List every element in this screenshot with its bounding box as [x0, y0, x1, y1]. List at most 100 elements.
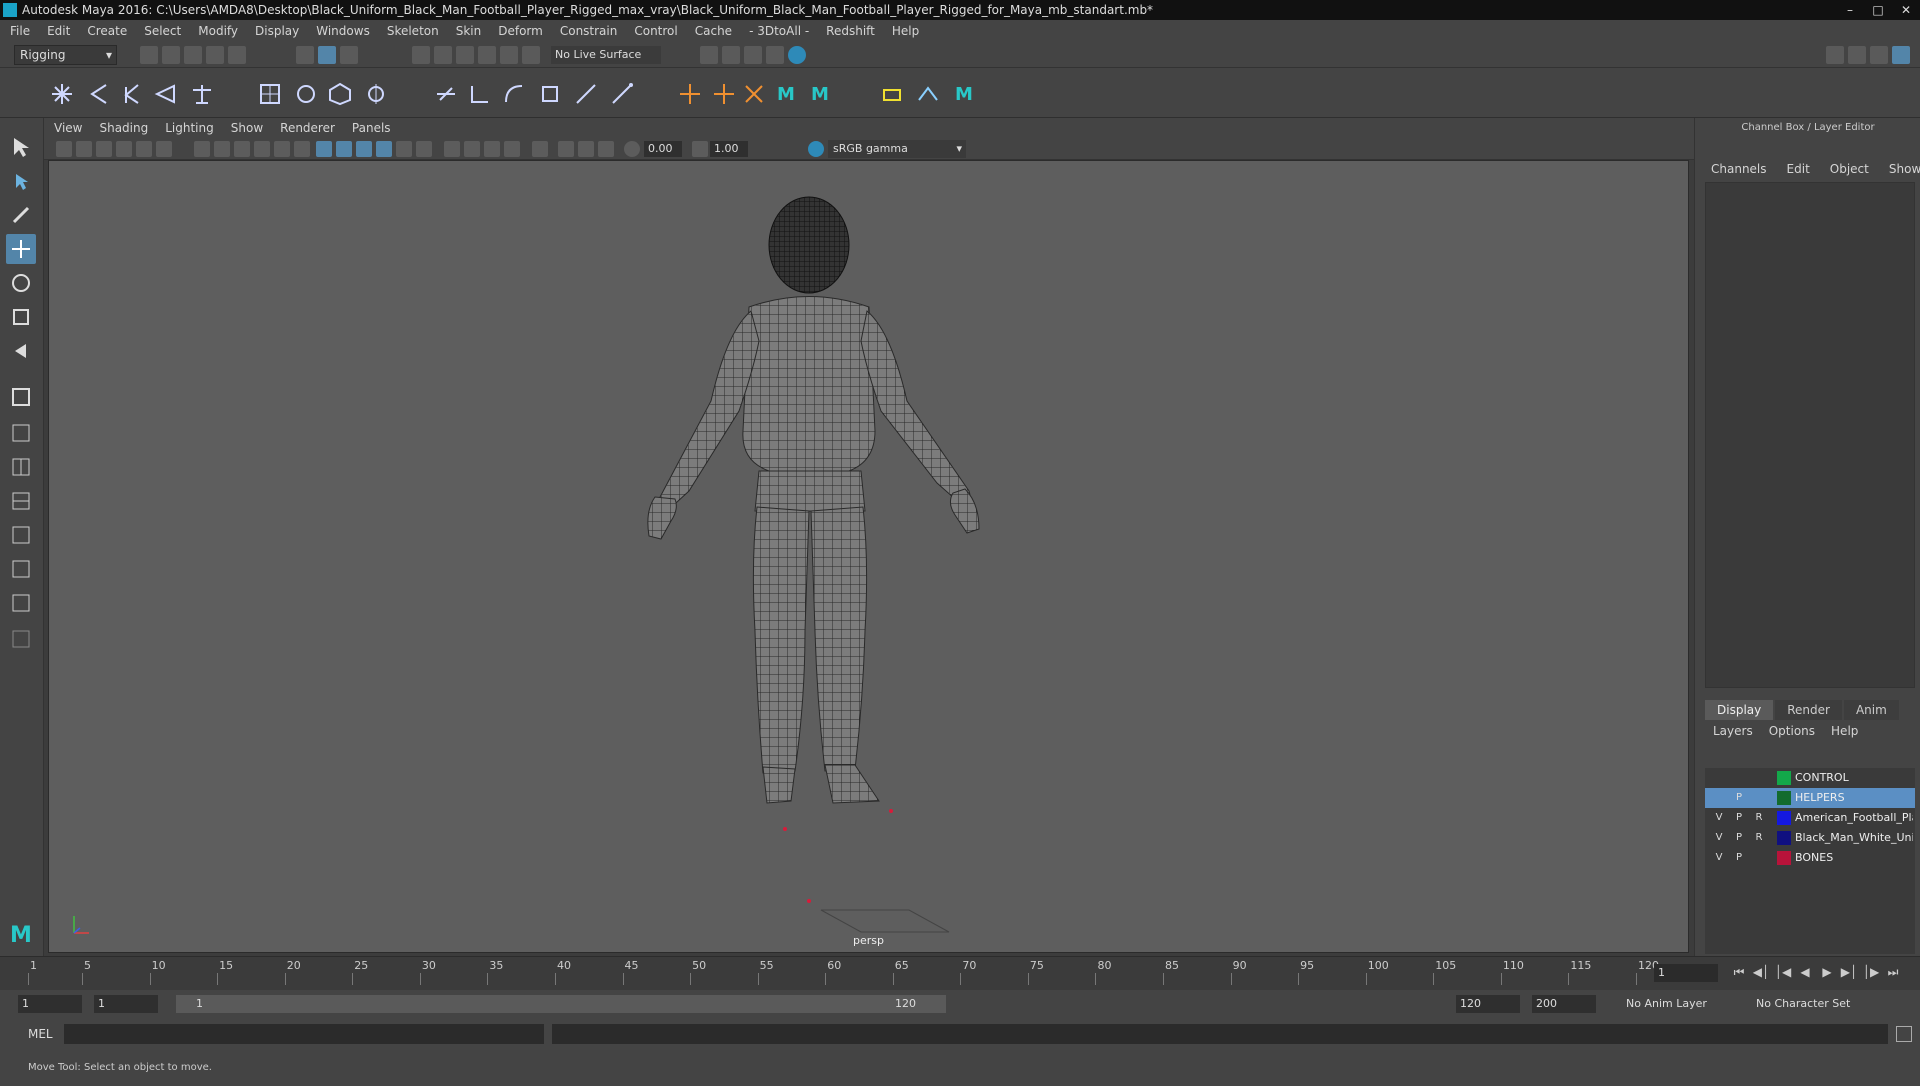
layer-row[interactable]: VP BONES — [1705, 848, 1915, 868]
side-by-side-layout-icon[interactable] — [6, 486, 36, 516]
menu-redshift[interactable]: Redshift — [826, 24, 875, 38]
camera-select-icon[interactable] — [56, 141, 72, 157]
minimize-icon[interactable]: – — [1836, 0, 1864, 20]
step-forward-frame-icon[interactable]: ▶│ — [1838, 965, 1860, 980]
layer-color-swatch[interactable] — [1777, 851, 1791, 865]
wireframe-icon[interactable] — [316, 141, 332, 157]
command-language-label[interactable]: MEL — [28, 1027, 53, 1041]
render-settings-icon[interactable] — [700, 46, 718, 64]
select-object-icon[interactable] — [318, 46, 336, 64]
snap-curve-icon[interactable] — [434, 46, 452, 64]
resolution-gate-icon[interactable] — [234, 141, 250, 157]
2d-pan-zoom-icon[interactable] — [156, 141, 172, 157]
humanik-icon[interactable] — [188, 80, 216, 108]
maya-script-3-icon[interactable]: M — [950, 80, 978, 108]
menu-cache[interactable]: Cache — [695, 24, 732, 38]
maya-script-icon[interactable]: M — [772, 80, 800, 108]
bind-skin-icon[interactable] — [256, 80, 284, 108]
snap-rotate-icon[interactable] — [522, 46, 540, 64]
panel-menu-shading[interactable]: Shading — [99, 121, 148, 135]
channel-box-area[interactable] — [1705, 182, 1915, 688]
mirror-weights-icon[interactable] — [914, 80, 942, 108]
layer-toggles[interactable]: P — [1709, 788, 1773, 808]
cluster-icon[interactable] — [362, 80, 390, 108]
parent-constraint-icon[interactable] — [432, 80, 460, 108]
joint-tool-icon[interactable] — [48, 80, 76, 108]
point-constraint-icon[interactable] — [466, 80, 494, 108]
live-surface-field[interactable]: No Live Surface — [551, 46, 661, 64]
snap-grid-icon[interactable] — [412, 46, 430, 64]
tab-anim[interactable]: Anim — [1843, 700, 1899, 720]
step-back-frame-icon[interactable]: │◀ — [1772, 965, 1794, 980]
time-slider[interactable]: 1 5 10 15 20 25 30 35 40 45 50 55 60 65 70 75 80 85 90 95 10… — [0, 956, 1920, 990]
hypershade-icon[interactable] — [788, 46, 806, 64]
menu-edit[interactable]: Edit — [47, 24, 70, 38]
textured-icon[interactable] — [376, 141, 392, 157]
anti-aliasing-icon[interactable] — [484, 141, 500, 157]
move-tool-icon[interactable] — [6, 234, 36, 264]
grid-toggle-icon[interactable] — [194, 141, 210, 157]
safe-action-icon[interactable] — [294, 141, 310, 157]
bookmark-icon[interactable] — [96, 141, 112, 157]
smooth-shade-icon[interactable] — [336, 141, 352, 157]
gamma-field[interactable]: 1.00 — [710, 141, 748, 157]
render-view-icon[interactable] — [766, 46, 784, 64]
ambient-occlusion-icon[interactable] — [444, 141, 460, 157]
menu-modify[interactable]: Modify — [198, 24, 238, 38]
playback-end-field[interactable]: 120 — [1456, 995, 1520, 1013]
last-tool-icon[interactable] — [6, 336, 36, 366]
insert-joint-icon[interactable] — [152, 80, 180, 108]
select-hierarchy-icon[interactable] — [296, 46, 314, 64]
anim-end-field[interactable]: 200 — [1532, 995, 1596, 1013]
menu-file[interactable]: File — [10, 24, 30, 38]
maya-script-2-icon[interactable]: M — [806, 80, 834, 108]
go-to-end-icon[interactable]: ⏭ — [1882, 965, 1904, 980]
exposure-icon[interactable] — [624, 141, 640, 157]
character-set-dropdown[interactable]: No Character Set — [1752, 995, 1858, 1013]
maya-home-icon[interactable]: M — [6, 920, 36, 950]
layer-color-swatch[interactable] — [1777, 791, 1791, 805]
tab-display[interactable]: Display — [1705, 700, 1774, 720]
menu-deform[interactable]: Deform — [498, 24, 543, 38]
graph-layout-icon[interactable] — [6, 588, 36, 618]
layer-color-swatch[interactable] — [1777, 831, 1791, 845]
snap-surface-icon[interactable] — [500, 46, 518, 64]
play-backwards-icon[interactable]: ◀ — [1794, 965, 1816, 980]
color-management-icon[interactable] — [808, 141, 824, 157]
scale-constraint-icon[interactable] — [536, 80, 564, 108]
soft-select-icon[interactable] — [6, 382, 36, 412]
menu-constrain[interactable]: Constrain — [560, 24, 618, 38]
extra-layout-icon[interactable] — [6, 624, 36, 654]
cb-menu-object[interactable]: Object — [1830, 162, 1869, 176]
set-key-icon[interactable] — [740, 80, 768, 108]
stacked-layout-icon[interactable] — [6, 520, 36, 550]
menu-skin[interactable]: Skin — [456, 24, 482, 38]
paint-weights-icon[interactable] — [292, 80, 320, 108]
maximize-icon[interactable]: □ — [1864, 0, 1892, 20]
le-menu-options[interactable]: Options — [1769, 724, 1815, 738]
step-forward-key-icon[interactable]: │▶ — [1860, 965, 1882, 980]
layer-color-swatch[interactable] — [1777, 811, 1791, 825]
menu-skeleton[interactable]: Skeleton — [387, 24, 439, 38]
menu-display[interactable]: Display — [255, 24, 299, 38]
depth-of-field-icon[interactable] — [504, 141, 520, 157]
xray-icon[interactable] — [558, 141, 574, 157]
range-bar[interactable]: 1 120 — [176, 995, 946, 1013]
le-menu-layers[interactable]: Layers — [1713, 724, 1753, 738]
scale-tool-icon[interactable] — [6, 302, 36, 332]
xray-components-icon[interactable] — [598, 141, 614, 157]
aim-constraint-icon[interactable] — [572, 80, 600, 108]
close-icon[interactable]: ✕ — [1892, 0, 1920, 20]
menu-control[interactable]: Control — [634, 24, 677, 38]
shadows-icon[interactable] — [416, 141, 432, 157]
layer-row[interactable]: P HELPERS — [1705, 788, 1915, 808]
xray-joints-icon[interactable] — [578, 141, 594, 157]
menu-3dtoall[interactable]: - 3DtoAll - — [749, 24, 809, 38]
render-frame-icon[interactable] — [722, 46, 740, 64]
undo-icon[interactable] — [206, 46, 224, 64]
locator-joint-icon[interactable] — [710, 80, 738, 108]
panel-menu-panels[interactable]: Panels — [352, 121, 391, 135]
pole-vector-icon[interactable] — [608, 80, 636, 108]
paint-skin-icon[interactable] — [878, 80, 906, 108]
cb-menu-edit[interactable]: Edit — [1787, 162, 1810, 176]
